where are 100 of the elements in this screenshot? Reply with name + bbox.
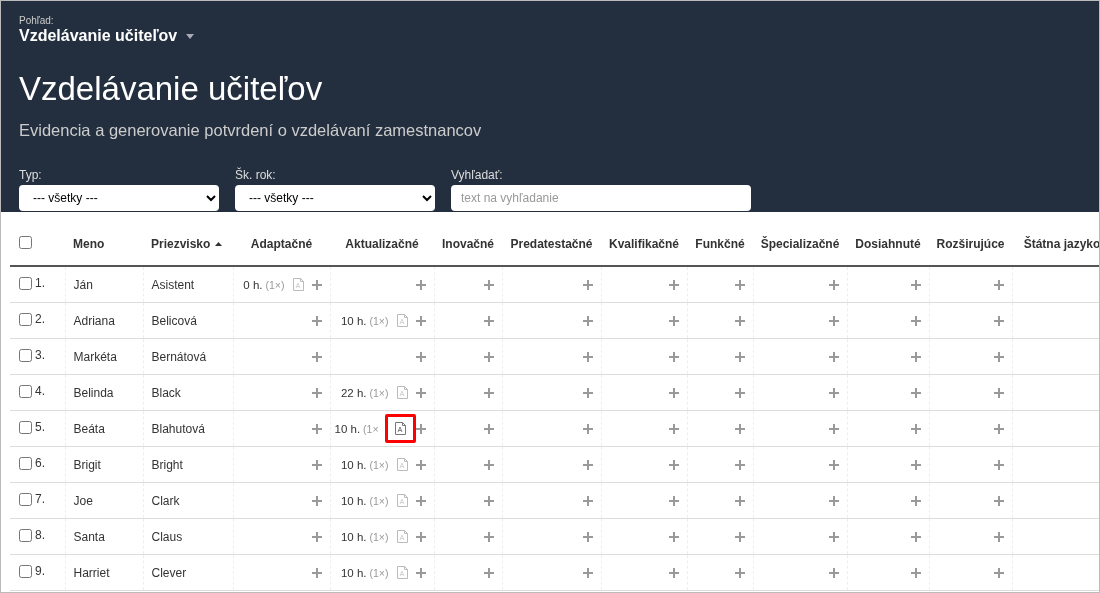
plus-icon[interactable]	[483, 351, 494, 362]
plus-icon[interactable]	[483, 279, 494, 290]
column-header[interactable]: Meno	[73, 236, 105, 251]
plus-icon[interactable]	[993, 423, 1004, 434]
view-dropdown[interactable]: Vzdelávanie učiteľov	[19, 27, 195, 45]
plus-icon[interactable]	[582, 351, 593, 362]
plus-icon[interactable]	[668, 567, 679, 578]
plus-icon[interactable]	[993, 567, 1004, 578]
column-header[interactable]: Inovačné	[442, 236, 494, 251]
column-header[interactable]: Dosiahnuté	[855, 236, 921, 251]
plus-icon[interactable]	[415, 279, 426, 290]
plus-icon[interactable]	[993, 459, 1004, 470]
row-checkbox[interactable]	[19, 492, 32, 506]
plus-icon[interactable]	[582, 315, 593, 326]
plus-icon[interactable]	[910, 495, 921, 506]
plus-icon[interactable]	[415, 495, 426, 506]
filter-select[interactable]: --- všetky ---	[19, 185, 219, 211]
plus-icon[interactable]	[415, 423, 426, 434]
row-checkbox[interactable]	[19, 456, 32, 470]
plus-icon[interactable]	[828, 423, 839, 434]
plus-icon[interactable]	[910, 315, 921, 326]
plus-icon[interactable]	[734, 315, 745, 326]
plus-icon[interactable]	[734, 351, 745, 362]
pdf-icon[interactable]	[396, 458, 408, 471]
column-header[interactable]: Kvalifikačné	[608, 236, 679, 251]
plus-icon[interactable]	[734, 387, 745, 398]
pdf-icon[interactable]	[396, 494, 408, 507]
plus-icon[interactable]	[993, 351, 1004, 362]
plus-icon[interactable]	[910, 387, 921, 398]
plus-icon[interactable]	[668, 495, 679, 506]
plus-icon[interactable]	[311, 531, 322, 542]
plus-icon[interactable]	[828, 459, 839, 470]
plus-icon[interactable]	[483, 495, 494, 506]
row-checkbox[interactable]	[19, 528, 32, 542]
plus-icon[interactable]	[415, 351, 426, 362]
plus-icon[interactable]	[483, 531, 494, 542]
column-header[interactable]: Priezvisko	[151, 236, 223, 251]
plus-icon[interactable]	[311, 279, 322, 290]
plus-icon[interactable]	[582, 531, 593, 542]
plus-icon[interactable]	[993, 531, 1004, 542]
plus-icon[interactable]	[415, 315, 426, 326]
plus-icon[interactable]	[734, 495, 745, 506]
plus-icon[interactable]	[734, 279, 745, 290]
plus-icon[interactable]	[734, 531, 745, 542]
plus-icon[interactable]	[668, 315, 679, 326]
plus-icon[interactable]	[415, 567, 426, 578]
plus-icon[interactable]	[910, 423, 921, 434]
pdf-icon[interactable]	[396, 386, 408, 399]
pdf-icon[interactable]	[396, 530, 408, 543]
plus-icon[interactable]	[910, 279, 921, 290]
plus-icon[interactable]	[828, 279, 839, 290]
row-checkbox[interactable]	[19, 384, 32, 398]
plus-icon[interactable]	[311, 459, 322, 470]
plus-icon[interactable]	[582, 459, 593, 470]
plus-icon[interactable]	[993, 387, 1004, 398]
plus-icon[interactable]	[415, 531, 426, 542]
filter-select[interactable]: --- všetky ---	[235, 185, 435, 211]
row-checkbox[interactable]	[19, 564, 32, 578]
plus-icon[interactable]	[828, 315, 839, 326]
column-header[interactable]: Adaptačné	[250, 236, 313, 251]
plus-icon[interactable]	[993, 279, 1004, 290]
column-header[interactable]: Špecializačné	[760, 236, 840, 251]
plus-icon[interactable]	[483, 459, 494, 470]
plus-icon[interactable]	[828, 351, 839, 362]
plus-icon[interactable]	[311, 351, 322, 362]
pdf-icon[interactable]	[394, 422, 406, 435]
plus-icon[interactable]	[668, 387, 679, 398]
search-field[interactable]: text na vyhľadanie	[451, 185, 751, 211]
plus-icon[interactable]	[668, 351, 679, 362]
plus-icon[interactable]	[311, 387, 322, 398]
plus-icon[interactable]	[668, 279, 679, 290]
plus-icon[interactable]	[582, 423, 593, 434]
plus-icon[interactable]	[582, 495, 593, 506]
plus-icon[interactable]	[828, 387, 839, 398]
select-all-checkbox[interactable]	[19, 235, 32, 249]
plus-icon[interactable]	[483, 315, 494, 326]
plus-icon[interactable]	[828, 567, 839, 578]
column-header[interactable]: Rozširujúce	[936, 236, 1005, 251]
plus-icon[interactable]	[668, 459, 679, 470]
pdf-icon[interactable]	[292, 278, 304, 291]
plus-icon[interactable]	[910, 531, 921, 542]
plus-icon[interactable]	[734, 567, 745, 578]
column-header[interactable]: Štátna jazyko	[1023, 236, 1099, 251]
pdf-icon[interactable]	[396, 566, 408, 579]
row-checkbox[interactable]	[19, 276, 32, 290]
plus-icon[interactable]	[910, 351, 921, 362]
pdf-icon[interactable]	[396, 314, 408, 327]
plus-icon[interactable]	[993, 495, 1004, 506]
plus-icon[interactable]	[828, 531, 839, 542]
column-header[interactable]: Aktualizačné	[345, 236, 419, 251]
plus-icon[interactable]	[668, 531, 679, 542]
plus-icon[interactable]	[910, 567, 921, 578]
plus-icon[interactable]	[734, 423, 745, 434]
row-checkbox[interactable]	[19, 348, 32, 362]
column-header[interactable]: Funkčné	[695, 236, 745, 251]
plus-icon[interactable]	[582, 279, 593, 290]
plus-icon[interactable]	[483, 423, 494, 434]
plus-icon[interactable]	[311, 495, 322, 506]
plus-icon[interactable]	[415, 459, 426, 470]
plus-icon[interactable]	[311, 423, 322, 434]
